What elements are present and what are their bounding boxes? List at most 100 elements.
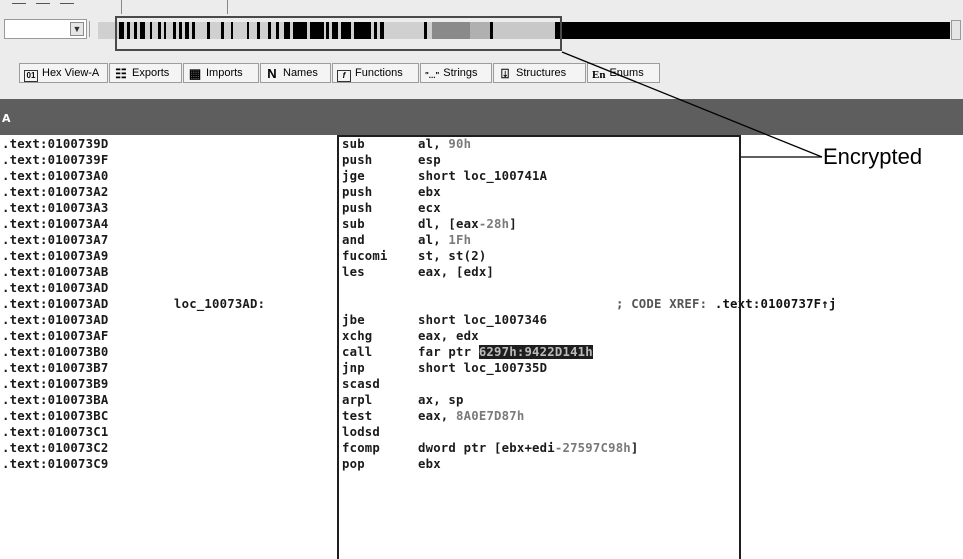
tab-enums[interactable]: En Enums [587,63,660,83]
operands[interactable]: eax, 8A0E7D87h [418,409,524,423]
listing-row[interactable]: .text:010073AD [0,279,963,295]
mnemonic: jge [342,169,365,183]
address: .text:010073AD [2,297,109,311]
chevron-down-icon[interactable]: ▼ [70,22,84,36]
xref-link[interactable]: .text:0100737F↑j [715,297,837,311]
listing-row[interactable]: .text:010073AF xchg eax, edx [0,327,963,343]
mnemonic: fcomp [342,441,381,455]
toolbar-tick [60,3,74,4]
address: .text:010073B7 [2,361,109,375]
immediate-value: -27597C98h [554,441,631,455]
mnemonic: pop [342,457,365,471]
operands[interactable]: ecx [418,201,441,215]
address: .text:010073C1 [2,425,109,439]
address: .text:010073B0 [2,345,109,359]
operands[interactable]: al, 90h [418,137,471,151]
mnemonic: push [342,153,373,167]
mnemonic: fucomi [342,249,388,263]
immediate-value: 90h [448,137,472,151]
address: .text:010073A7 [2,233,109,247]
listing-row[interactable]: .text:010073AD jbe short loc_1007346 [0,311,963,327]
operands[interactable]: short loc_1007346 [418,313,547,327]
listing-row[interactable]: .text:0100739F push esp [0,151,963,167]
operands[interactable]: eax, [edx] [418,265,494,279]
operands[interactable]: dword ptr [ebx+edi-27597C98h] [418,441,639,455]
mnemonic: test [342,409,373,423]
disassembly-listing[interactable]: .text:0100739D sub al, 90h .text:0100739F pu… [0,135,963,559]
listing-row[interactable]: .text:010073AB les eax, [edx] [0,263,963,279]
tab-imports[interactable]: ▦ Imports [183,63,259,83]
address: .text:010073A4 [2,217,109,231]
listing-row[interactable]: .text:010073C2 fcomp dword ptr [ebx+edi-27… [0,439,963,455]
tab-functions[interactable]: f Functions [332,63,419,83]
mnemonic: push [342,185,373,199]
view-titlebar: A [0,87,963,135]
listing-row[interactable]: .text:010073B9 scasd [0,375,963,391]
toolbar-separator [227,0,228,14]
code-label[interactable]: loc_10073AD: [174,297,265,311]
listing-row[interactable]: .text:010073BC test eax, 8A0E7D87h [0,407,963,423]
navigation-band-scroll[interactable] [951,20,961,40]
navigation-band-segment [470,22,490,39]
operands[interactable]: short loc_100735D [418,361,547,375]
toolbar-tick [12,3,26,4]
operands[interactable]: ebx [418,185,441,199]
mnemonic: call [342,345,373,359]
listing-row[interactable]: .text:010073A3 push ecx [0,199,963,215]
toolbar-strip [0,0,963,15]
operands[interactable]: short loc_100741A [418,169,547,183]
listing-row[interactable]: .text:010073B0 call far ptr 6297h:9422D141… [0,343,963,359]
listing-row[interactable]: .text:010073A2 push ebx [0,183,963,199]
view-title: A [2,112,11,125]
tab-hex-view[interactable]: 01 Hex View-A [19,63,108,83]
listing-row[interactable]: .text:010073A4 sub dl, [eax-28h] [0,215,963,231]
tab-bar: 01 Hex View-A ☷ Exports ▦ Imports N Names fF… [0,60,963,88]
exports-icon: ☷ [115,66,127,81]
listing-row[interactable]: .text:010073A9 fucomi st, st(2) [0,247,963,263]
operands[interactable]: eax, edx [418,329,479,343]
navigation-band-segment [98,22,119,39]
operands[interactable]: st, st(2) [418,249,486,263]
encrypted-callout: Encrypted [823,144,923,169]
navigation-band-segment [341,22,351,39]
navigation-band[interactable] [98,22,950,39]
immediate-value: 1Fh [448,233,472,247]
listing-row[interactable]: .text:010073C1 lodsd [0,423,963,439]
navigation-band-segment [310,22,324,39]
listing-row[interactable]: .text:010073BA arpl ax, sp [0,391,963,407]
mnemonic: les [342,265,365,279]
mnemonic: lodsd [342,425,381,439]
highlighted-operand[interactable]: 6297h:9422D141h [478,345,593,359]
listing-row[interactable]: .text:010073B7 jnp short loc_100735D [0,359,963,375]
address: .text:010073BA [2,393,109,407]
immediate-value: 8A0E7D87h [456,409,525,423]
address: .text:0100739D [2,137,109,151]
tab-structures[interactable]: ⍗ Structures [493,63,586,83]
functions-icon: f [337,70,351,82]
listing-row[interactable]: .text:0100739D sub al, 90h [0,135,963,151]
navigation-band-segment [233,22,247,39]
hex-icon: 01 [24,70,38,82]
segment-combo[interactable]: ▼ [4,19,87,39]
mnemonic: xchg [342,329,373,343]
tab-exports[interactable]: ☷ Exports [109,63,182,83]
listing-row[interactable]: .text:010073C9 pop ebx [0,455,963,471]
operands[interactable]: far ptr 6297h:9422D141h [418,345,593,359]
tab-label: Strings [443,67,478,79]
mnemonic: push [342,201,373,215]
xref-comment: ; CODE XREF: .text:0100737F↑j [616,297,837,311]
address: .text:010073A3 [2,201,109,215]
operands[interactable]: ax, sp [418,393,464,407]
tab-names[interactable]: N Names [260,63,331,83]
operands[interactable]: ebx [418,457,441,471]
listing-row[interactable]: .text:010073A7 and al, 1Fh [0,231,963,247]
navigation-band-segment [432,22,470,39]
tab-strings[interactable]: "..." Strings [420,63,492,83]
address: .text:010073C2 [2,441,109,455]
listing-row[interactable]: .text:010073AD loc_10073AD: ; CODE XREF: .… [0,295,963,311]
navigation-band-segment [210,22,221,39]
operands[interactable]: esp [418,153,441,167]
listing-row[interactable]: .text:010073A0 jge short loc_100741A [0,167,963,183]
operands[interactable]: dl, [eax-28h] [418,217,517,231]
operands[interactable]: al, 1Fh [418,233,471,247]
